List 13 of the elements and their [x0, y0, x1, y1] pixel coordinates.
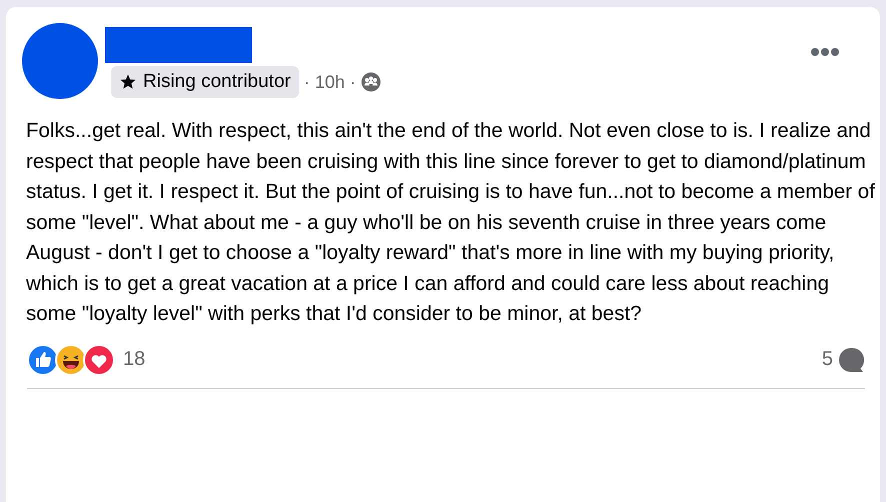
- post-time[interactable]: 10h: [314, 72, 345, 92]
- more-icon[interactable]: [810, 47, 840, 57]
- separator: ·: [304, 72, 310, 92]
- star-icon: [119, 73, 137, 91]
- comment-icon[interactable]: [837, 346, 865, 374]
- contributor-badge[interactable]: Rising contributor: [111, 66, 299, 98]
- reaction-count[interactable]: 18: [123, 348, 146, 371]
- like-icon[interactable]: [27, 344, 59, 376]
- post-text: Folks...get real. With respect, this ain't the end of the world. Not even close to is. I realize and respect that people have been cruising with this line since forever to get to diamond/platinum status. I get it. I respect it. But the point of cruising is to have fun...not to become a member of some "level". What about me - a guy who'll be on his seventh cruise in three years come August - don't I get to choose a "loyalty reward" that's more in line with my buying priority, which is to get a great vacation at a price I can afford and could care less about reaching some "loyalty level" with perks that I'd consider to be minor, at best?: [26, 118, 876, 327]
- comment-count[interactable]: 5: [822, 348, 833, 371]
- laugh-icon[interactable]: [55, 344, 87, 376]
- group-icon: [360, 72, 381, 92]
- separator: ·: [350, 72, 356, 92]
